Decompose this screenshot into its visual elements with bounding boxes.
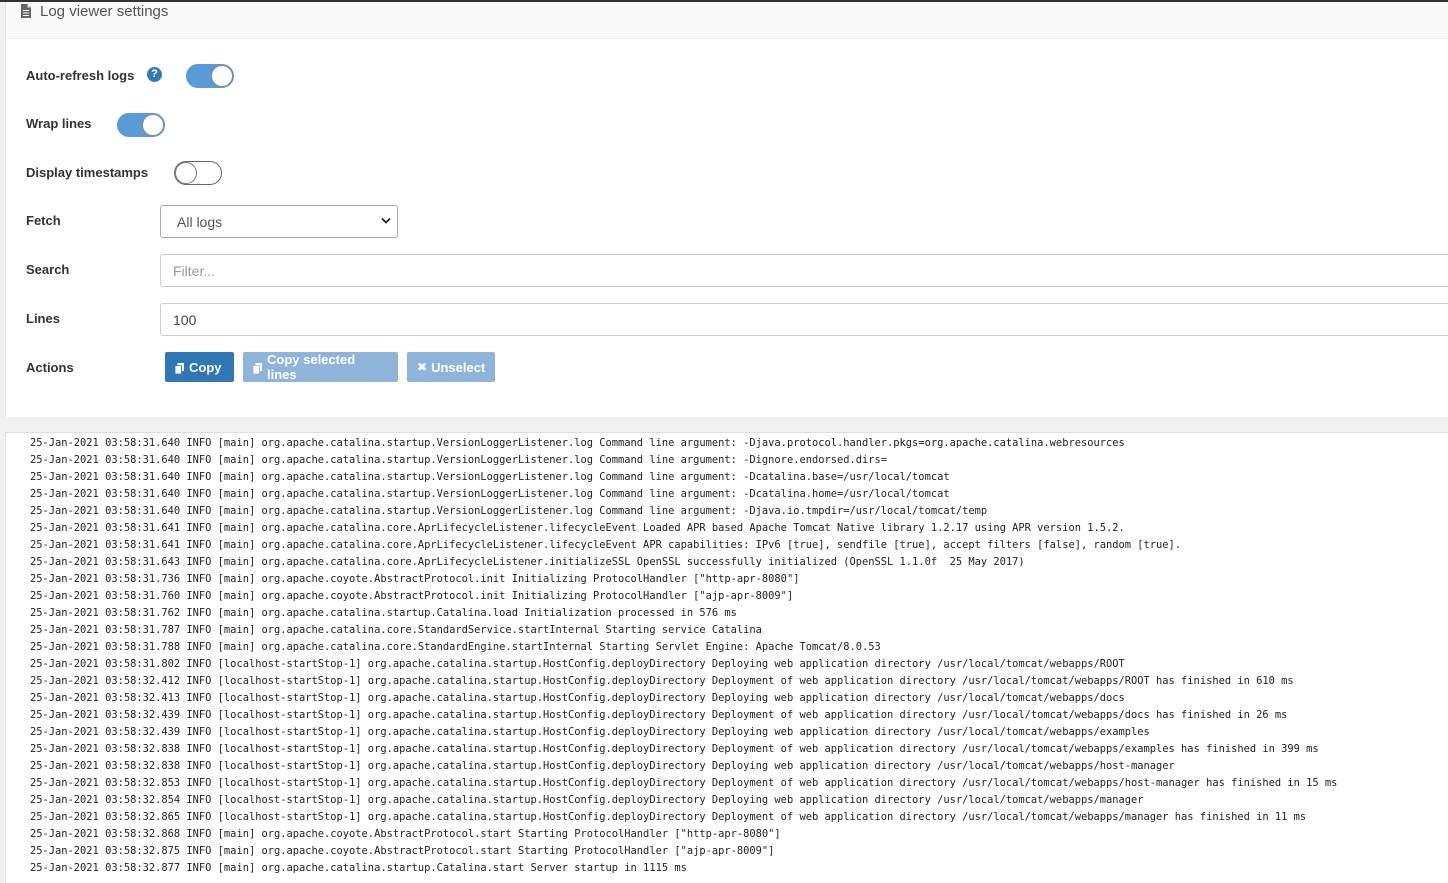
log-line[interactable]: 25-Jan-2021 03:58:31.802 INFO [localhost… (30, 656, 1125, 673)
chevron-down-icon (381, 217, 391, 224)
search-input[interactable] (160, 254, 1448, 287)
toggle-knob (175, 162, 197, 184)
log-line[interactable]: 25-Jan-2021 03:58:32.865 INFO [localhost… (30, 809, 1306, 826)
log-line[interactable]: 25-Jan-2021 03:58:31.762 INFO [main] org… (30, 605, 737, 622)
search-label: Search (26, 262, 70, 277)
fetch-label: Fetch (26, 213, 61, 228)
panel-title: Log viewer settings (40, 3, 169, 20)
log-line[interactable]: 25-Jan-2021 03:58:32.838 INFO [localhost… (30, 758, 1175, 775)
document-icon (21, 4, 31, 18)
log-line[interactable]: 25-Jan-2021 03:58:32.868 INFO [main] org… (30, 826, 781, 843)
display-timestamps-label: Display timestamps (26, 165, 149, 180)
log-line[interactable]: 25-Jan-2021 03:58:31.643 INFO [main] org… (30, 554, 1025, 571)
unselect-button[interactable]: ✖ Unselect (407, 352, 495, 382)
log-line[interactable]: 25-Jan-2021 03:58:31.640 INFO [main] org… (30, 469, 950, 486)
log-line[interactable]: 25-Jan-2021 03:58:32.412 INFO [localhost… (30, 673, 1294, 690)
log-line[interactable]: 25-Jan-2021 03:58:32.439 INFO [localhost… (30, 707, 1287, 724)
log-line[interactable]: 25-Jan-2021 03:58:32.439 INFO [localhost… (30, 724, 1150, 741)
copy-button[interactable]: Copy (165, 352, 234, 382)
log-line[interactable]: 25-Jan-2021 03:58:31.788 INFO [main] org… (30, 639, 881, 656)
fetch-select[interactable]: All logs (160, 205, 398, 238)
fetch-select-value: All logs (177, 214, 223, 230)
wrap-lines-label: Wrap lines (26, 116, 92, 131)
log-output[interactable]: 25-Jan-2021 03:58:31.640 INFO [main] org… (5, 432, 1448, 883)
actions-label: Actions (26, 360, 74, 375)
log-line[interactable]: 25-Jan-2021 03:58:32.854 INFO [localhost… (30, 792, 1144, 809)
log-line[interactable]: 25-Jan-2021 03:58:31.736 INFO [main] org… (30, 571, 799, 588)
copy-icon (174, 362, 184, 374)
toggle-knob (142, 114, 164, 136)
lines-input[interactable] (160, 303, 1448, 336)
log-line[interactable]: 25-Jan-2021 03:58:32.413 INFO [localhost… (30, 690, 1125, 707)
close-icon: ✖ (417, 360, 428, 374)
copy-icon (252, 362, 262, 374)
wrap-lines-toggle[interactable] (117, 113, 165, 137)
log-line[interactable]: 25-Jan-2021 03:58:31.641 INFO [main] org… (30, 537, 1181, 554)
log-line[interactable]: 25-Jan-2021 03:58:31.640 INFO [main] org… (30, 486, 950, 503)
log-line[interactable]: 25-Jan-2021 03:58:32.877 INFO [main] org… (30, 860, 687, 877)
copy-button-label: Copy (189, 359, 222, 375)
help-icon[interactable]: ? (147, 67, 162, 82)
log-line[interactable]: 25-Jan-2021 03:58:31.787 INFO [main] org… (30, 622, 762, 639)
log-line[interactable]: 25-Jan-2021 03:58:32.875 INFO [main] org… (30, 843, 774, 860)
auto-refresh-toggle[interactable] (186, 64, 234, 88)
log-line[interactable]: 25-Jan-2021 03:58:31.641 INFO [main] org… (30, 520, 1125, 537)
display-timestamps-toggle[interactable] (174, 161, 222, 185)
log-line[interactable]: 25-Jan-2021 03:58:31.760 INFO [main] org… (30, 588, 793, 605)
lines-label: Lines (26, 311, 60, 326)
log-line[interactable]: 25-Jan-2021 03:58:31.640 INFO [main] org… (30, 452, 887, 469)
panel-header: Log viewer settings (6, 2, 1448, 39)
unselect-button-label: Unselect (431, 359, 486, 375)
log-line[interactable]: 25-Jan-2021 03:58:32.853 INFO [localhost… (30, 775, 1337, 792)
settings-panel: Log viewer settings Auto-refresh logs ? … (5, 2, 1448, 417)
toggle-knob (211, 65, 233, 87)
auto-refresh-label: Auto-refresh logs (26, 68, 135, 83)
copy-selected-lines-button[interactable]: Copy selected lines (243, 352, 398, 382)
log-line[interactable]: 25-Jan-2021 03:58:31.640 INFO [main] org… (30, 435, 1125, 452)
log-line[interactable]: 25-Jan-2021 03:58:32.838 INFO [localhost… (30, 741, 1319, 758)
copy-selected-lines-label: Copy selected lines (267, 352, 356, 382)
log-line[interactable]: 25-Jan-2021 03:58:31.640 INFO [main] org… (30, 503, 987, 520)
